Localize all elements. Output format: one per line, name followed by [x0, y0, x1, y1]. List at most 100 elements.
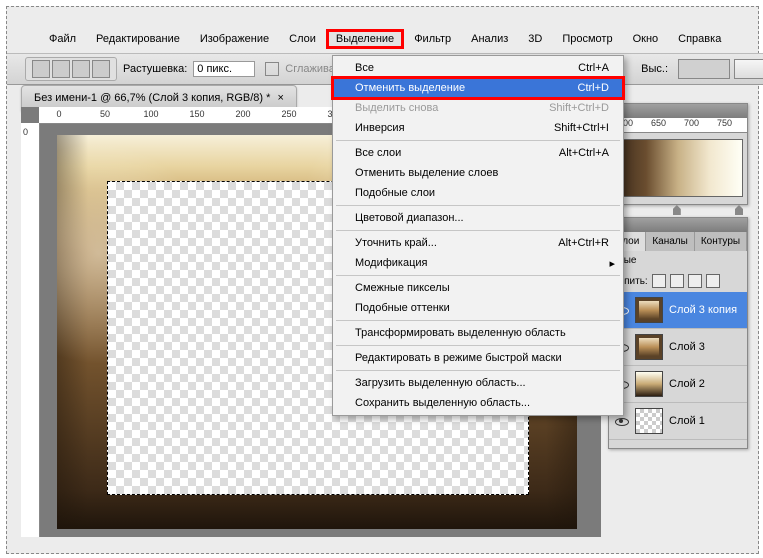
- menu-separator: [336, 345, 620, 346]
- menu-item[interactable]: Все слои Alt+Ctrl+A: [333, 143, 623, 163]
- panel-titlebar[interactable]: [609, 218, 747, 232]
- menu-separator: [336, 230, 620, 231]
- menu-item-label: Цветовой диапазон...: [355, 212, 464, 224]
- menu-справка[interactable]: Справка: [668, 29, 731, 49]
- menu-separator: [336, 370, 620, 371]
- ruler-tick: 0: [39, 109, 79, 119]
- lock-all-icon[interactable]: [706, 274, 720, 288]
- move-icon: [52, 60, 70, 78]
- menu-item[interactable]: Смежные пикселы: [333, 278, 623, 298]
- menu-редактирование[interactable]: Редактирование: [86, 29, 190, 49]
- layer-name: Слой 3 копия: [669, 304, 737, 316]
- ruler-vertical: 0: [21, 123, 40, 537]
- menu-item-shortcut: Alt+Ctrl+A: [559, 147, 609, 159]
- layer-row[interactable]: Слой 2: [609, 366, 747, 403]
- layer-name: Слой 3: [669, 341, 705, 353]
- menu-item[interactable]: Уточнить край... Alt+Ctrl+R: [333, 233, 623, 253]
- lock-move-icon[interactable]: [688, 274, 702, 288]
- menu-фильтр[interactable]: Фильтр: [404, 29, 461, 49]
- menu-item[interactable]: Отменить выделение слоев: [333, 163, 623, 183]
- layer-thumbnail: [635, 371, 663, 397]
- menu-item: Выделить сноваShift+Ctrl+D: [333, 98, 623, 118]
- menu-item[interactable]: Подобные слои: [333, 183, 623, 203]
- menu-item[interactable]: Цветовой диапазон...: [333, 208, 623, 228]
- ruler-tick: 100: [131, 109, 171, 119]
- menu-item-shortcut: Shift+Ctrl+I: [554, 122, 609, 134]
- menu-item-label: Отменить выделение слоев: [355, 167, 498, 179]
- menu-файл[interactable]: Файл: [39, 29, 86, 49]
- layer-row[interactable]: Слой 3 копия: [609, 292, 747, 329]
- menu-item[interactable]: Редактировать в режиме быстрой маски: [333, 348, 623, 368]
- feather-input[interactable]: [193, 61, 255, 77]
- marquee-icon: [32, 60, 50, 78]
- panel-tab[interactable]: Каналы: [646, 232, 695, 251]
- menu-separator: [336, 275, 620, 276]
- panel-tab[interactable]: Контуры: [695, 232, 747, 251]
- selection-tool-group[interactable]: [25, 57, 117, 81]
- menu-item-label: Все: [355, 62, 374, 74]
- ruler-tick: 150: [177, 109, 217, 119]
- lock-brush-icon[interactable]: [670, 274, 684, 288]
- antialias-checkbox[interactable]: [265, 62, 279, 76]
- layer-row[interactable]: Слой 1: [609, 403, 747, 440]
- menu-изображение[interactable]: Изображение: [190, 29, 279, 49]
- menu-item-label: Подобные оттенки: [355, 302, 450, 314]
- layer-list: Слой 3 копия Слой 3 Слой 2 Слой 1: [609, 292, 747, 440]
- layer-row[interactable]: Слой 3: [609, 329, 747, 366]
- ruler-tick: 750: [708, 118, 741, 128]
- layer-lock-row: репить:: [609, 270, 747, 292]
- ruler-tick: 700: [675, 118, 708, 128]
- layer-thumbnail: [635, 408, 663, 434]
- menu-item[interactable]: ВсеCtrl+A: [333, 58, 623, 78]
- gradient-preview[interactable]: [613, 139, 743, 197]
- menu-item-label: Трансформировать выделенную область: [355, 327, 566, 339]
- ruler-extension: 600650700750: [609, 118, 747, 133]
- menu-окно[interactable]: Окно: [623, 29, 669, 49]
- wand-icon: [92, 60, 110, 78]
- menu-item-shortcut: Alt+Ctrl+R: [558, 237, 609, 249]
- menu-item[interactable]: Инверсия Shift+Ctrl+I: [333, 118, 623, 138]
- selection-menu-dropdown: ВсеCtrl+A Отменить выделение Ctrl+D Выделит…: [332, 55, 624, 416]
- lock-transparent-icon[interactable]: [652, 274, 666, 288]
- layer-name: Слой 2: [669, 378, 705, 390]
- menu-просмотр[interactable]: Просмотр: [552, 29, 622, 49]
- menu-слои[interactable]: Слои: [279, 29, 326, 49]
- menu-separator: [336, 140, 620, 141]
- gradient-stop-icon[interactable]: [735, 205, 743, 215]
- menu-item-label: Все слои: [355, 147, 401, 159]
- height-label: Выс.:: [641, 63, 668, 75]
- menu-separator: [336, 205, 620, 206]
- menu-item[interactable]: Подобные оттенки: [333, 298, 623, 318]
- layer-thumbnail: [635, 297, 663, 323]
- menu-item-label: Инверсия: [355, 122, 405, 134]
- ruler-tick: 200: [223, 109, 263, 119]
- layer-name: Слой 1: [669, 415, 705, 427]
- menu-item-shortcut: Ctrl+D: [578, 82, 609, 94]
- ruler-tick: 650: [642, 118, 675, 128]
- menu-item-label: Отменить выделение: [355, 82, 465, 94]
- menubar: ФайлРедактированиеИзображениеСлоиВыделен…: [7, 27, 763, 51]
- gradient-stops[interactable]: [613, 203, 743, 215]
- menu-item-shortcut: Shift+Ctrl+D: [549, 102, 609, 114]
- menu-item[interactable]: Загрузить выделенную область...: [333, 373, 623, 393]
- feather-label: Растушевка:: [123, 63, 187, 75]
- menu-item-label: Уточнить край...: [355, 237, 437, 249]
- menu-item[interactable]: Модификация: [333, 253, 623, 273]
- panel-titlebar[interactable]: [609, 104, 747, 118]
- menu-item[interactable]: Отменить выделение Ctrl+D: [333, 78, 623, 98]
- menu-3d[interactable]: 3D: [518, 29, 552, 49]
- menu-item-label: Сохранить выделенную область...: [355, 397, 530, 409]
- toolbar-button[interactable]: [734, 59, 763, 79]
- ruler-tick: 0: [23, 127, 28, 137]
- menu-item[interactable]: Трансформировать выделенную область: [333, 323, 623, 343]
- menu-анализ[interactable]: Анализ: [461, 29, 518, 49]
- ruler-tick: 50: [85, 109, 125, 119]
- lasso-icon: [72, 60, 90, 78]
- height-input[interactable]: [678, 59, 730, 79]
- gradient-stop-icon[interactable]: [673, 205, 681, 215]
- document-title: Без имени-1 @ 66,7% (Слой 3 копия, RGB/8…: [34, 92, 270, 104]
- menu-выделение[interactable]: Выделение: [326, 29, 404, 49]
- menu-item-label: Редактировать в режиме быстрой маски: [355, 352, 562, 364]
- close-icon[interactable]: ×: [277, 92, 283, 104]
- menu-item[interactable]: Сохранить выделенную область...: [333, 393, 623, 413]
